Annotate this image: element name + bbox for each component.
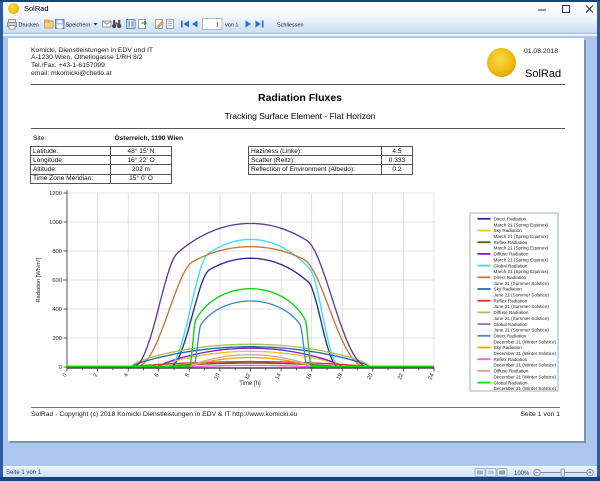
svg-text:400: 400 bbox=[52, 307, 62, 313]
svg-text:18: 18 bbox=[336, 373, 344, 381]
svg-text:Direct Radiation: Direct Radiation bbox=[494, 275, 527, 280]
svg-text:200: 200 bbox=[52, 336, 62, 342]
svg-text:Global Radiation: Global Radiation bbox=[494, 322, 528, 327]
svg-text:June 21 (Summer Solstice): June 21 (Summer Solstice) bbox=[494, 293, 550, 298]
svg-text:Global Radiation: Global Radiation bbox=[494, 380, 528, 385]
svg-text:Sky Radiation: Sky Radiation bbox=[494, 228, 523, 233]
svg-text:12: 12 bbox=[244, 373, 252, 381]
svg-text:March 21 (Spring Equinox): March 21 (Spring Equinox) bbox=[494, 246, 549, 251]
svg-text:1000: 1000 bbox=[49, 220, 62, 226]
svg-text:March 21 (Spring Equinox): March 21 (Spring Equinox) bbox=[494, 257, 549, 262]
svg-text:Global Radiation: Global Radiation bbox=[494, 263, 528, 268]
svg-text:20: 20 bbox=[366, 373, 374, 381]
svg-text:March 21 (Spring Equinox): March 21 (Spring Equinox) bbox=[494, 234, 549, 239]
svg-text:800: 800 bbox=[52, 249, 62, 255]
svg-text:June 21 (Summer Solstice): June 21 (Summer Solstice) bbox=[494, 328, 550, 333]
svg-text:10: 10 bbox=[213, 373, 221, 381]
svg-text:December 21 (Winter Solstice): December 21 (Winter Solstice) bbox=[494, 363, 557, 368]
svg-text:4: 4 bbox=[123, 373, 130, 379]
svg-text:8: 8 bbox=[184, 373, 191, 379]
svg-text:June 21 (Summer Solstice): June 21 (Summer Solstice) bbox=[494, 281, 550, 286]
svg-text:Reflex Radiation: Reflex Radiation bbox=[494, 357, 528, 362]
svg-text:June 21 (Summer Solstice): June 21 (Summer Solstice) bbox=[494, 304, 550, 309]
svg-text:2: 2 bbox=[93, 373, 100, 379]
svg-text:Sky Radiation: Sky Radiation bbox=[494, 345, 523, 350]
svg-text:6: 6 bbox=[154, 373, 161, 379]
svg-text:Time [h]: Time [h] bbox=[239, 381, 261, 387]
svg-text:Sky Radiation: Sky Radiation bbox=[494, 287, 523, 292]
svg-text:24: 24 bbox=[428, 373, 436, 381]
svg-text:Direct Radiation: Direct Radiation bbox=[494, 334, 527, 339]
svg-text:Diffuse Radiation: Diffuse Radiation bbox=[494, 369, 529, 374]
svg-text:22: 22 bbox=[397, 373, 405, 381]
svg-text:June 21 (Summer Solstice): June 21 (Summer Solstice) bbox=[494, 316, 550, 321]
svg-text:16: 16 bbox=[305, 373, 313, 381]
svg-text:600: 600 bbox=[52, 278, 62, 284]
svg-text:100%: 100% bbox=[514, 471, 530, 477]
svg-text:March 21 (Spring Equinox): March 21 (Spring Equinox) bbox=[494, 269, 549, 274]
svg-text:14: 14 bbox=[275, 373, 283, 381]
svg-text:Radiation [Wh/m²]: Radiation [Wh/m²] bbox=[36, 257, 42, 302]
svg-text:1200: 1200 bbox=[49, 191, 62, 197]
svg-text:Diffuse Radiation: Diffuse Radiation bbox=[494, 310, 529, 315]
svg-text:December 21 (Winter Solstice): December 21 (Winter Solstice) bbox=[494, 374, 557, 379]
svg-text:December 21 (Winter Solstice): December 21 (Winter Solstice) bbox=[494, 351, 557, 356]
svg-text:Reflex Radiation: Reflex Radiation bbox=[494, 240, 528, 245]
svg-text:December 21 (Winter Solstice): December 21 (Winter Solstice) bbox=[494, 386, 557, 391]
svg-text:Reflex Radiation: Reflex Radiation bbox=[494, 298, 528, 303]
svg-text:Diffuse Radiation: Diffuse Radiation bbox=[494, 252, 529, 257]
svg-text:Direct Radiation: Direct Radiation bbox=[494, 217, 527, 222]
svg-text:March 21 (Spring Equinox): March 21 (Spring Equinox) bbox=[494, 222, 549, 227]
svg-text:0: 0 bbox=[59, 365, 62, 371]
svg-text:0: 0 bbox=[62, 373, 69, 379]
svg-text:December 21 (Winter Solstice): December 21 (Winter Solstice) bbox=[494, 339, 557, 344]
